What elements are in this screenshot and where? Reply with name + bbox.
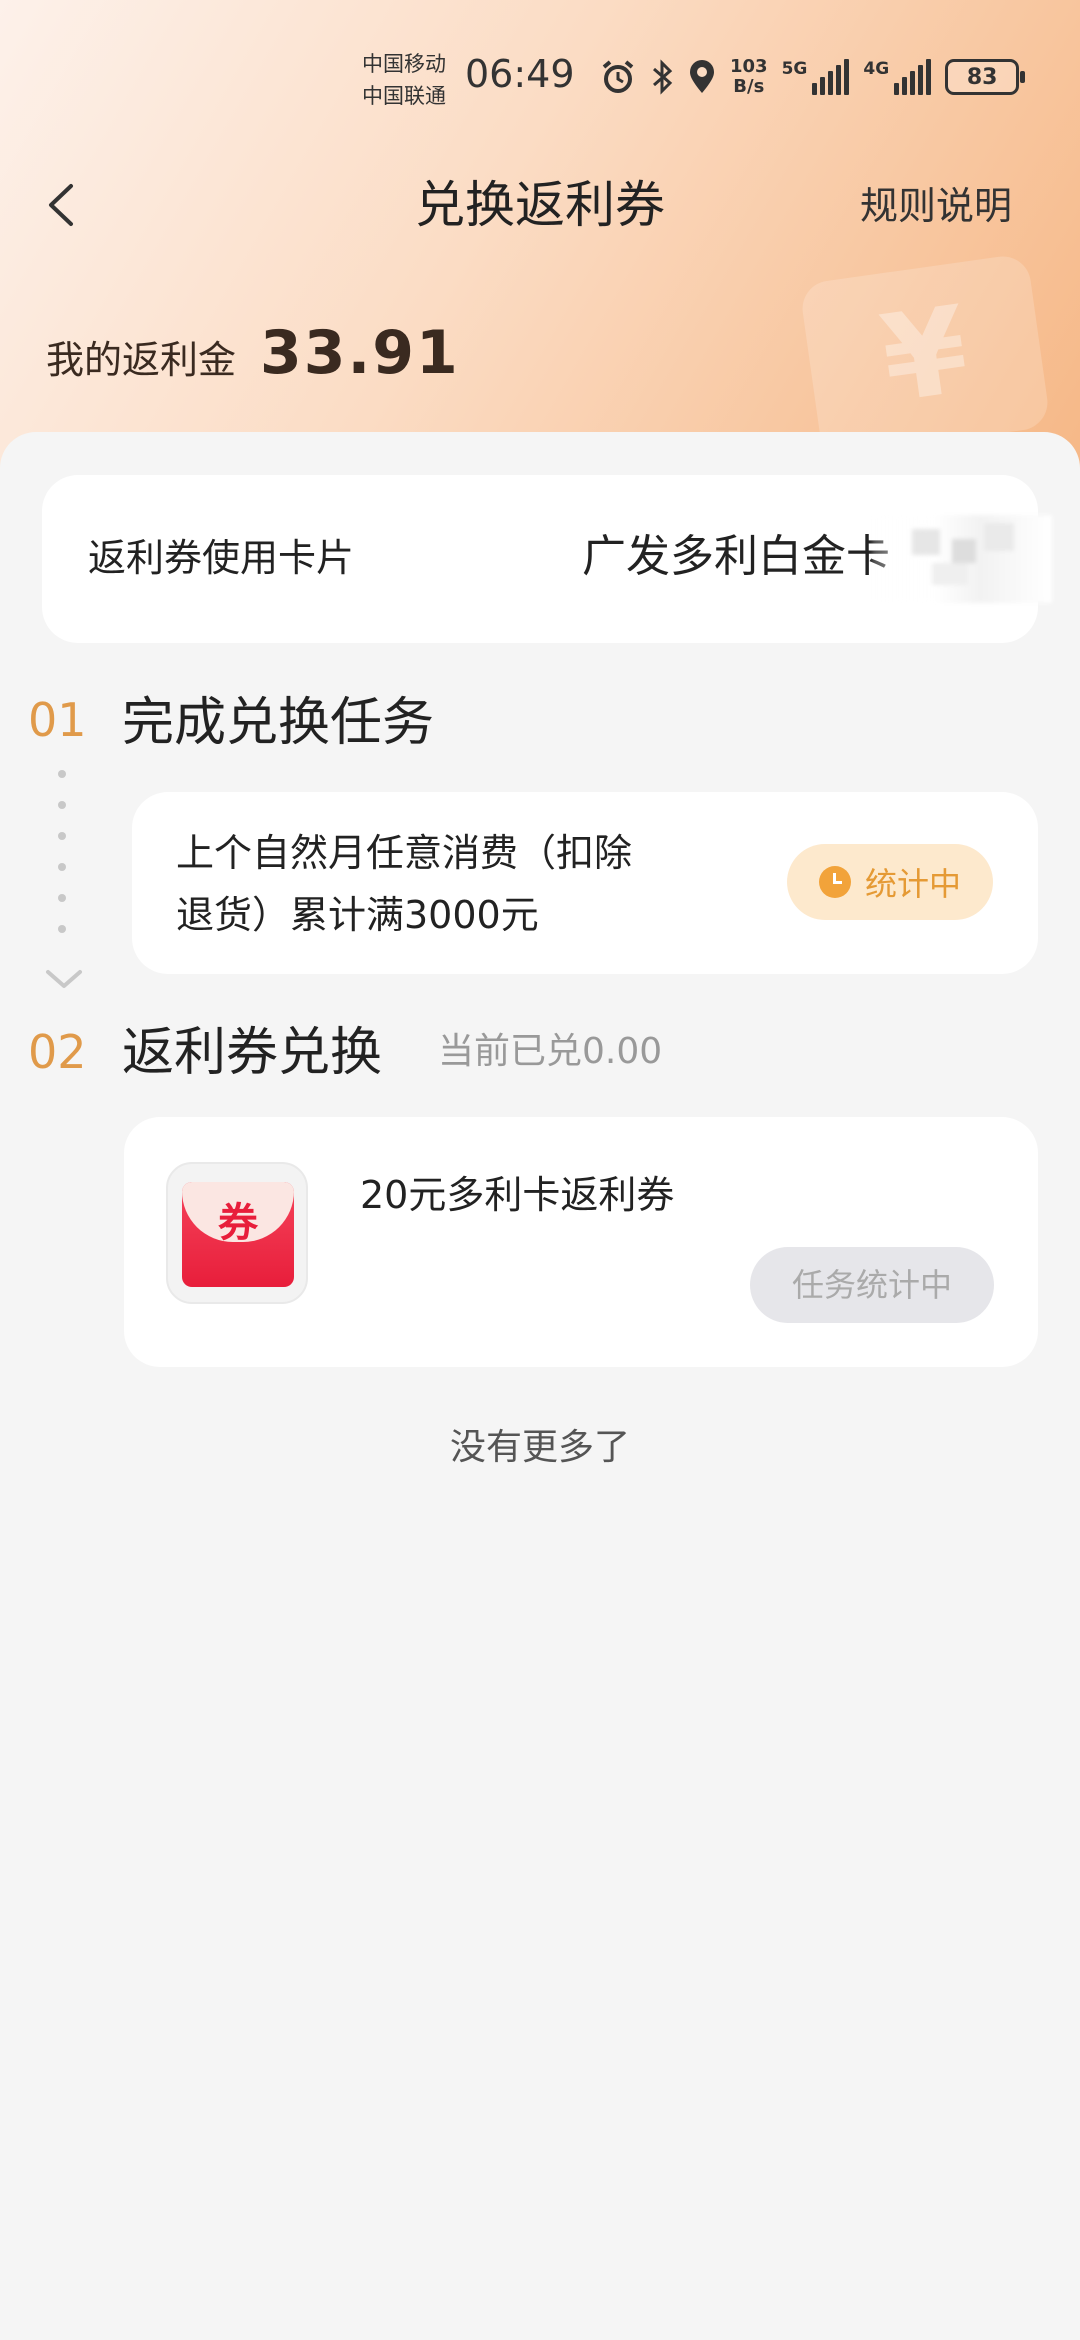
coupon-exchange-button[interactable]: 任务统计中 [750,1247,994,1323]
coupon-title: 20元多利卡返利券 [360,1173,675,1217]
task-status-badge: 统计中 [787,844,993,920]
net-speed-unit: B/s [733,76,765,97]
net-speed-value: 103 [730,56,768,77]
no-more-text: 没有更多了 [449,1427,630,1468]
chevron-down-icon [46,970,82,988]
status-icons: 103 B/s 5G 4G 83 [600,52,1026,102]
usage-card-selector[interactable]: 返利券使用卡片 广发多利白金卡 [42,475,1052,643]
location-icon [690,60,714,93]
coupon-icon: 券 [166,1162,308,1304]
coupon-icon-char: 券 [218,1200,258,1246]
ticket-watermark-icon: ¥ [798,252,1052,459]
battery-level: 83 [966,64,998,90]
task-description-line-2: 退货）累计满3000元 [176,893,539,937]
usage-card-label: 返利券使用卡片 [88,536,355,580]
step-1-number: 01 [28,693,87,747]
step-1-title: 完成兑换任务 [122,693,435,753]
battery-icon: 83 [945,59,1026,95]
clock-icon [818,866,851,898]
task-status-text: 统计中 [864,865,961,903]
coupon-card: 券 20元多利卡返利券 任务统计中 [124,1117,1038,1367]
task-description-line-1: 上个自然月任意消费（扣除 [176,831,633,875]
masked-card-number [872,515,1052,603]
step-connector [58,770,68,956]
signal-2-label: 4G [863,59,890,79]
chevron-left-icon [49,184,73,226]
page: ¥ 中国移动 中国联通 06:49 103 B/s 5G 4G 83 兑换返利券… [0,0,1080,2340]
status-bar: 中国移动 中国联通 06:49 103 B/s 5G 4G 83 [0,0,1080,150]
task-card: 上个自然月任意消费（扣除 退货）累计满3000元 统计中 [132,792,1038,974]
balance: 我的返利金 33.91 [46,318,460,388]
signal-5g-icon: 5G [782,59,850,95]
rules-link[interactable]: 规则说明 [860,178,1012,234]
task-description: 上个自然月任意消费（扣除 退货）累计满3000元 [176,822,736,946]
step-2-title: 返利券兑换 [122,1023,383,1083]
carrier-2: 中国联通 [362,84,446,108]
signal-4g-icon: 4G [863,59,932,95]
balance-label: 我的返利金 [46,338,237,382]
balance-value: 33.91 [260,318,460,388]
back-button[interactable] [30,170,90,240]
status-time: 06:49 [465,52,575,96]
bluetooth-icon [653,59,673,95]
carrier-names: 中国移动 中国联通 [362,48,446,112]
usage-card-value: 广发多利白金卡 [582,531,890,582]
alarm-icon [602,60,634,93]
signal-1-label: 5G [781,59,808,79]
carrier-1: 中国移动 [362,52,446,76]
step-2-number: 02 [28,1025,87,1079]
step-2-subtitle: 当前已兑0.00 [438,1031,663,1072]
net-speed: 103 B/s [730,57,768,97]
